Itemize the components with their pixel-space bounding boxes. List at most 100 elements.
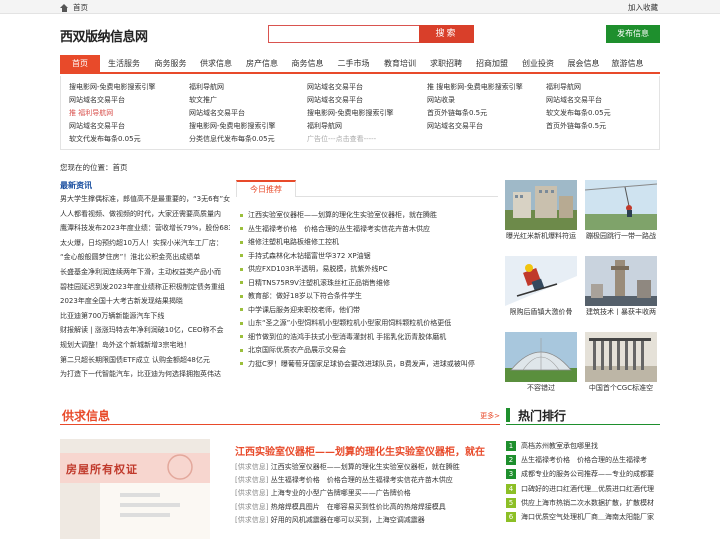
- supply-headline[interactable]: 江西实验室仪器柜——划算的理化生实验室仪器柜，就在: [235, 443, 485, 458]
- link-item[interactable]: 软文代发布每条0.05元: [69, 133, 156, 146]
- ranking-item[interactable]: 5 供应上海市热销二次水数据扩散，扩散模材: [506, 496, 660, 510]
- link-item[interactable]: 网站域名交易平台: [69, 94, 156, 107]
- site-logo[interactable]: 西双版纳信息网: [60, 26, 148, 45]
- supply-row[interactable]: [供求信息] 江西实验室仪器柜——划算的理化生实验室仪器柜，就在腾胜: [235, 461, 500, 474]
- recommend-item[interactable]: 丛生福禄考价格 价格合理的丛生福禄考实信花卉苗木供应: [240, 223, 498, 237]
- news-item[interactable]: 为打造下一代智能汽车，比亚迪为何选择拥抱英伟达: [60, 367, 230, 382]
- link-item[interactable]: 软文发布每条0.05元: [546, 107, 611, 120]
- search-button[interactable]: 搜索: [419, 25, 474, 43]
- nav-exhibition[interactable]: 展会信息: [561, 55, 606, 72]
- link-item[interactable]: 网站域名交易平台: [189, 107, 276, 120]
- home-link[interactable]: 首页: [60, 2, 88, 13]
- add-favorite-link[interactable]: 加入收藏: [628, 2, 658, 13]
- ranking-item[interactable]: 1 高档苏州教室承包哪里找: [506, 439, 660, 453]
- supply-row[interactable]: [供求信息] 上海专业的小型广告牌哪里买——广告牌价格: [235, 487, 500, 500]
- recommend-item[interactable]: 日精TNS75R9V注塑机滚珠丝杠正品销售维修: [240, 277, 498, 291]
- recommend-item[interactable]: 力挺C罗！曝葡萄牙国家足球协会要改进球队员，B费发声，进球或被叫停: [240, 358, 498, 372]
- news-item[interactable]: 太火爆，日均预约超10万人！实探小米汽车工厂店：: [60, 236, 230, 251]
- link-item[interactable]: 网站域名交易平台: [427, 120, 523, 133]
- recommend-item[interactable]: 教育部：做好18岁以下符合条件学生: [240, 290, 498, 304]
- nav-franchise[interactable]: 招商加盟: [469, 55, 515, 72]
- link-item[interactable]: 网站域名交易平台: [307, 81, 394, 94]
- news-item[interactable]: 比亚迪第700万辆新能源汽车下线: [60, 309, 230, 324]
- nav-business-info[interactable]: 商务信息: [285, 55, 330, 72]
- link-item[interactable]: 福利导航网: [307, 120, 394, 133]
- nav-second-hand[interactable]: 二手市场: [330, 55, 377, 72]
- photo-card[interactable]: 建筑技术丨暴获丰收两: [585, 256, 657, 318]
- recommend-item[interactable]: 山东“圣之源”小型饲料机小型颗粒机小型家用饲料颗粒机价格更低: [240, 317, 498, 331]
- rank-number: 1: [506, 441, 516, 452]
- nav-home[interactable]: 首页: [60, 55, 100, 72]
- bullet-icon: [240, 308, 243, 311]
- ranking-item[interactable]: 2 丛生福禄考价格 价格合理的丛生福禄考: [506, 453, 660, 467]
- ranking-item[interactable]: 4 口碑好的进口红酒代理＿优质进口红酒代理: [506, 482, 660, 496]
- search-input[interactable]: [268, 25, 420, 43]
- link-item[interactable]: 搜电影网-免费电影搜索引擎: [307, 107, 394, 120]
- link-column: 福利导航网 网站域名交易平台 软文发布每条0.05元 首页外链每条0.5元: [546, 81, 611, 133]
- more-link[interactable]: 更多>: [480, 411, 500, 421]
- property-certificate-image[interactable]: 房屋所有权证: [60, 439, 210, 539]
- bullet-icon: [240, 267, 243, 271]
- news-item[interactable]: 规划大调整！岛外这个新城新增3宗宅地！: [60, 338, 230, 353]
- tab-today-recommend[interactable]: 今日推荐: [236, 180, 296, 197]
- supply-row[interactable]: [供求信息] 丛生福禄考价格 价格合理的丛生福禄考实信花卉苗木供应: [235, 474, 500, 487]
- photo-factory-thumbnail: [585, 332, 657, 382]
- bullet-icon: [240, 321, 243, 325]
- news-item[interactable]: 长盛基金净利润连续两年下滑，主动权益类产品小而: [60, 265, 230, 280]
- photo-card[interactable]: 不容错过: [505, 332, 577, 394]
- recommend-item[interactable]: 手持式森林化木钻辐富世华372 XP油锯: [240, 250, 498, 264]
- news-item[interactable]: 2023年度全国十大考古新发现结果揭晓: [60, 294, 230, 309]
- link-item[interactable]: 首页外链每条0.5元: [427, 107, 523, 120]
- nav-business-service[interactable]: 商务服务: [148, 55, 193, 72]
- ranking-item[interactable]: 6 海口优质空气处理机厂商＿海南太阳能厂家: [506, 510, 660, 524]
- link-item[interactable]: 推 福利导航网: [69, 107, 156, 120]
- link-column: 网站域名交易平台 网站域名交易平台 搜电影网-免费电影搜索引擎 福利导航网 广告…: [307, 81, 394, 146]
- main-nav: 首页 生活服务 商务服务 供求信息 房产信息 商务信息 二手市场 教育培训 求职…: [60, 55, 660, 74]
- photo-card[interactable]: 限购后盾镇大激价骨: [505, 256, 577, 318]
- photo-card[interactable]: 曝光红米新机爆料符运: [505, 180, 577, 242]
- nav-investment[interactable]: 创业投资: [515, 55, 561, 72]
- link-item[interactable]: 首页外链每条0.5元: [546, 120, 611, 133]
- nav-jobs[interactable]: 求职招聘: [423, 55, 469, 72]
- link-item[interactable]: 网站域名交易平台: [307, 94, 394, 107]
- supply-row[interactable]: [供求信息] 热熔焊模具图片 在哪容易买到性价比高的热熔焊接模具: [235, 501, 500, 514]
- link-item[interactable]: 推 搜电影网-免费电影搜索引擎: [427, 81, 523, 94]
- photo-card[interactable]: 中国首个CGC标准空: [585, 332, 657, 394]
- link-item[interactable]: 网站域名交易平台: [546, 94, 611, 107]
- news-item[interactable]: 男大学生撑偶标准，郎值高不是最重要的，“3无6有”女: [60, 192, 230, 207]
- recommend-item[interactable]: 细节做到位的浩鸿手扶式小型消毒灌封机 手摇乳化沥青胶体磨机: [240, 331, 498, 345]
- news-item[interactable]: 鹰潭科技发布2023年度业绩：营收增长79%，股份683: [60, 221, 230, 236]
- link-item[interactable]: 软文推广: [189, 94, 276, 107]
- hot-ranking: 热门排行 1 高档苏州教室承包哪里找 2 丛生福禄考价格 价格合理的丛生福禄考 3成…: [506, 405, 660, 523]
- publish-button[interactable]: 发布信息: [606, 25, 660, 43]
- news-item[interactable]: 人人都看视频、做视频的时代，大家还需要高质量内: [60, 207, 230, 222]
- news-item[interactable]: 碧桂园延迟到发2023年度业绩称正积极制定债务重组: [60, 280, 230, 295]
- bullet-icon: [240, 362, 243, 365]
- recommend-item[interactable]: 江西实验室仪器柜——划算的理化生实验室仪器柜，就在腾胜: [240, 209, 498, 223]
- nav-real-estate[interactable]: 房产信息: [239, 55, 285, 72]
- nav-life-service[interactable]: 生活服务: [100, 55, 148, 72]
- link-item[interactable]: 分类信息代发布每条0.05元: [189, 133, 276, 146]
- recommend-item[interactable]: 维修注塑机电路板维修工控机: [240, 236, 498, 250]
- ad-link[interactable]: 广告位---点击查看-----: [307, 133, 394, 146]
- supply-row[interactable]: [供求信息] 好用的风机减震器在哪可以买到，上海空调减震器: [235, 514, 500, 527]
- link-item[interactable]: 搜电影网-免费电影搜索引擎: [189, 120, 276, 133]
- photo-caption: 蹦极园跳行一带一路战: [586, 232, 656, 240]
- link-item[interactable]: 网站域名交易平台: [69, 120, 156, 133]
- recommend-item[interactable]: 供应FXD103R半透明，易脱模，抗紫外线PC: [240, 263, 498, 277]
- nav-travel[interactable]: 旅游信息: [606, 55, 649, 72]
- link-item[interactable]: 搜电影网-免费电影搜索引擎: [69, 81, 156, 94]
- news-item[interactable]: “金心般般圆梦住房”！淮北公积金亮出成绩单: [60, 250, 230, 265]
- recommend-item[interactable]: 中学课后服务迎来职校老师，他们带: [240, 304, 498, 318]
- home-icon: [60, 3, 69, 12]
- link-item[interactable]: 福利导航网: [189, 81, 276, 94]
- recommend-item[interactable]: 北京国际优质农产品展示交易会: [240, 344, 498, 358]
- news-item[interactable]: 财报解读 | 涨涨玛特去年净利润破10亿，CEO称不会: [60, 323, 230, 338]
- nav-education[interactable]: 教育培训: [377, 55, 423, 72]
- link-item[interactable]: 网站收录: [427, 94, 523, 107]
- news-item[interactable]: 第二只超长期限国债ETF成立 认购金额超48亿元: [60, 353, 230, 368]
- photo-card[interactable]: 蹦极园跳行一带一路战: [585, 180, 657, 242]
- ranking-item[interactable]: 3 成都专业的服务公司推荐——专业的成都要: [506, 467, 660, 481]
- link-item[interactable]: 福利导航网: [546, 81, 611, 94]
- nav-supply[interactable]: 供求信息: [193, 55, 239, 72]
